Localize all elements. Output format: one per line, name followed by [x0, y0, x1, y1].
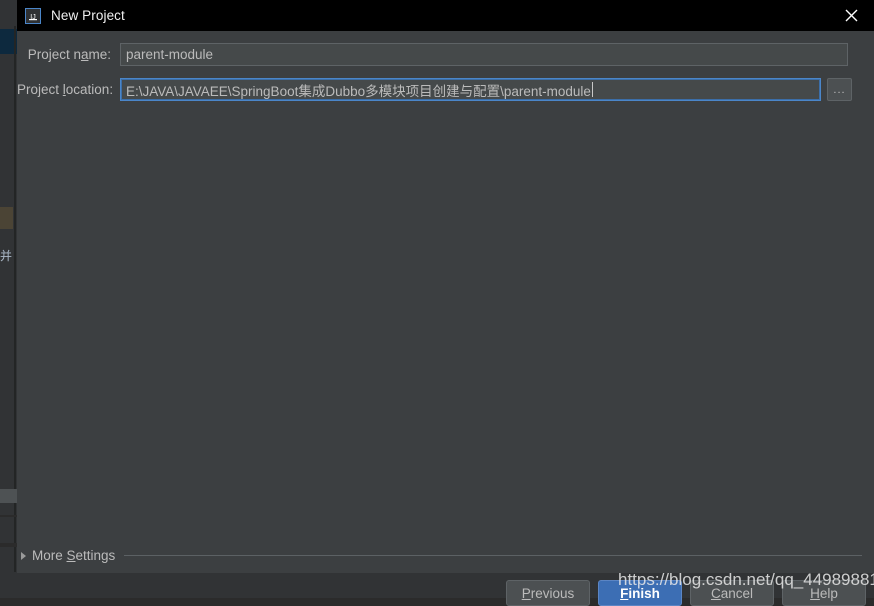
browse-location-button[interactable]: ... [827, 78, 852, 101]
background-text-fragment: 并 [0, 249, 13, 263]
more-settings-label: More Settings [32, 548, 115, 563]
project-location-row: Project location: E:\JAVA\JAVAEE\SpringB… [17, 78, 852, 101]
project-location-label: Project location: [17, 82, 120, 97]
watermark-text: https://blog.csdn.net/qq_44989881 [618, 570, 874, 589]
project-name-label-suffix: me: [88, 47, 111, 62]
text-caret [591, 82, 593, 97]
project-name-label-text: Project n [27, 47, 81, 62]
project-location-label-text: Project [17, 82, 63, 97]
project-location-label-suffix: ocation: [65, 82, 114, 97]
more-settings-label-suffix: ettings [75, 548, 116, 563]
project-location-value: E:\JAVA\JAVAEE\SpringBoot集成Dubbo多模块项目创建与… [126, 83, 591, 99]
dialog-title: New Project [51, 8, 125, 23]
previous-button-label: revious [530, 585, 575, 601]
previous-button-mnemonic: P [521, 585, 531, 601]
more-settings-row[interactable]: More Settings [21, 548, 866, 563]
project-name-input[interactable]: parent-module [120, 43, 848, 66]
dialog-titlebar: IJ New Project [17, 0, 874, 31]
background-statusbar-segment-b [0, 515, 17, 517]
dialog-content: Project name: parent-module Project loca… [17, 31, 874, 606]
ellipsis-icon: ... [833, 83, 846, 96]
more-settings-separator [124, 555, 862, 556]
intellij-idea-icon: IJ [25, 7, 41, 24]
more-settings-label-text: More [32, 548, 67, 563]
background-highlight-row [0, 207, 13, 229]
project-location-input[interactable]: E:\JAVA\JAVAEE\SpringBoot集成Dubbo多模块项目创建与… [120, 78, 821, 101]
background-panel-divider [14, 26, 16, 598]
background-statusbar-segment-a [0, 489, 17, 503]
triangle-right-icon [21, 551, 26, 560]
more-settings-label-mnemonic: S [66, 548, 76, 563]
new-project-dialog: IJ New Project Project name: parent-modu… [17, 0, 874, 606]
close-icon[interactable] [828, 0, 874, 31]
previous-button[interactable]: Previous [506, 580, 590, 606]
project-name-value: parent-module [126, 47, 214, 62]
project-name-label: Project name: [17, 47, 120, 62]
project-name-row: Project name: parent-module [17, 43, 848, 66]
background-statusbar-segment-c [0, 543, 17, 547]
